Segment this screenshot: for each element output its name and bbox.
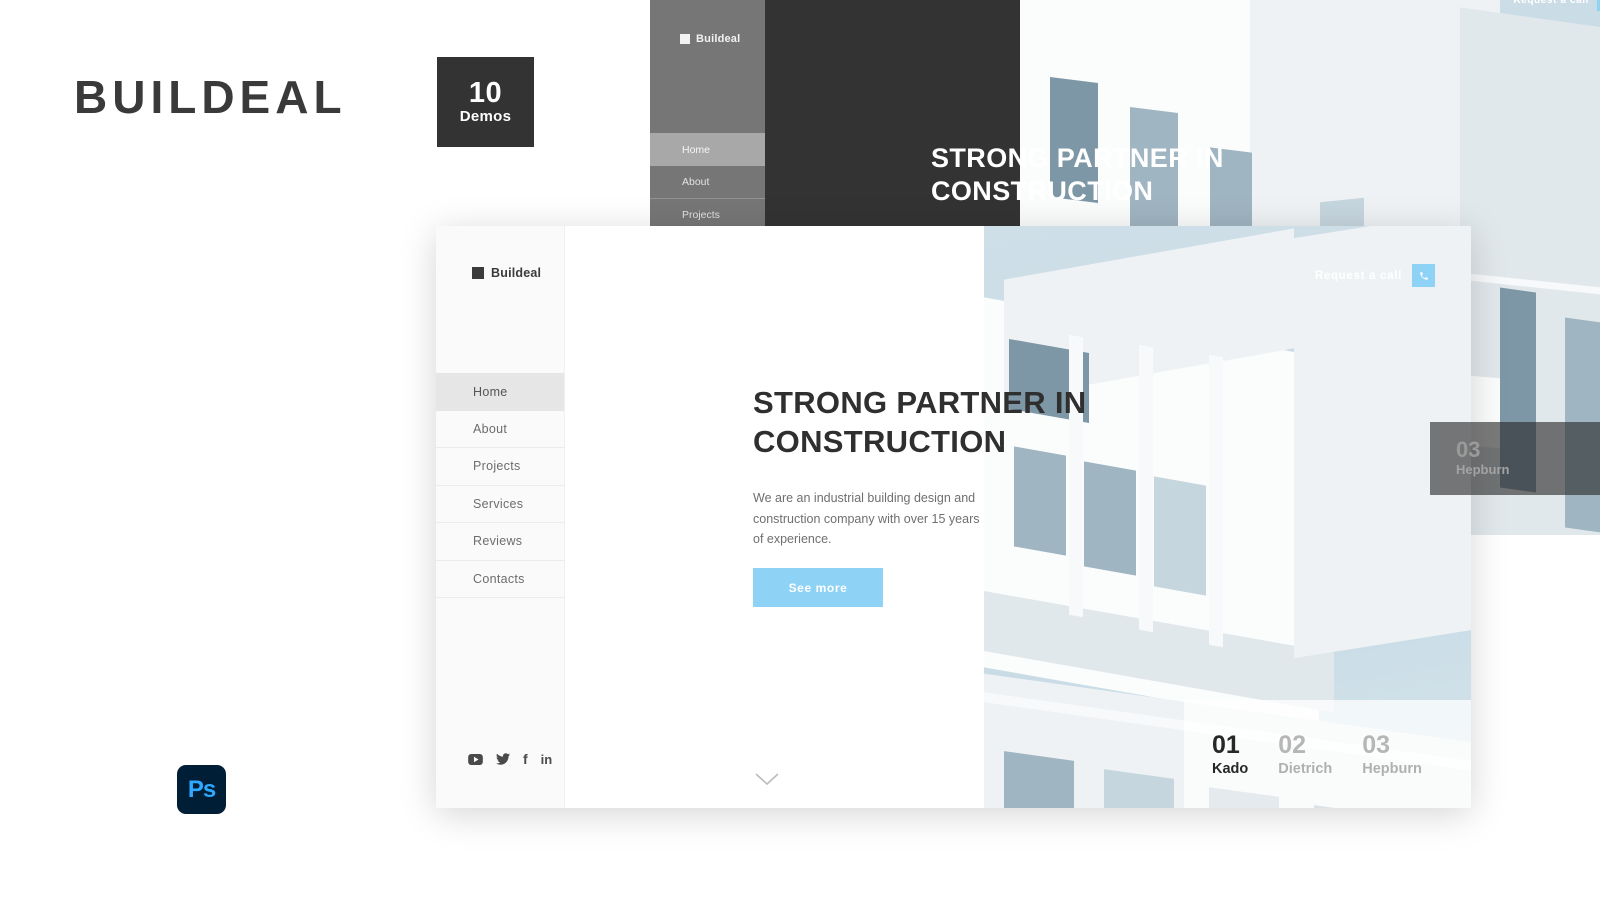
back-slide-number: 03 xyxy=(1456,436,1481,462)
demos-badge: 10 Demos xyxy=(437,57,534,147)
photo-detail xyxy=(1069,334,1083,618)
twitter-icon[interactable] xyxy=(496,753,510,765)
logo-square-icon xyxy=(472,267,484,279)
photoshop-icon-label: Ps xyxy=(187,775,216,803)
youtube-icon[interactable] xyxy=(468,753,483,765)
slide-name: Kado xyxy=(1212,761,1249,778)
slide-number: 02 xyxy=(1278,730,1307,759)
sidebar-item-label: Reviews xyxy=(473,534,523,549)
back-headline-line-2: CONSTRUCTION xyxy=(931,175,1154,206)
slide-number: 01 xyxy=(1212,730,1240,759)
logo[interactable]: Buildeal xyxy=(472,266,541,280)
back-card-logo-text: Buildeal xyxy=(696,33,741,45)
see-more-button[interactable]: See more xyxy=(753,568,883,607)
back-request-label: Request a call xyxy=(1513,0,1589,6)
chevron-down-icon[interactable] xyxy=(755,768,779,790)
slide-nav: 01 Kado 02 Dietrich 03 Hepburn xyxy=(1184,700,1471,808)
hero-headline: STRONG PARTNER IN CONSTRUCTION xyxy=(753,384,1253,462)
back-card-slide-nav: 03 Hepburn xyxy=(1430,421,1600,495)
back-card-nav: Home About Projects xyxy=(650,133,765,232)
page-title: BUILDEAL xyxy=(74,71,347,123)
back-sidebar-item-about[interactable]: About xyxy=(650,166,765,199)
headline-line-1: STRONG PARTNER IN xyxy=(753,385,1087,420)
social-links: f in xyxy=(468,752,552,766)
sidebar-item-label: Projects xyxy=(473,459,521,474)
back-sidebar-item-label: About xyxy=(682,176,710,188)
request-a-call-label: Request a call xyxy=(1314,269,1402,282)
back-slide-item[interactable]: 03 Hepburn xyxy=(1456,436,1510,477)
back-sidebar-item-label: Home xyxy=(682,143,711,156)
slide-name: Hepburn xyxy=(1362,761,1422,778)
slide-name: Dietrich xyxy=(1278,761,1333,778)
slide-item-02[interactable]: 02 Dietrich xyxy=(1278,731,1332,778)
sidebar-item-projects[interactable]: Projects xyxy=(436,448,564,486)
phone-icon[interactable] xyxy=(1412,264,1435,287)
back-card-logo[interactable]: Buildeal xyxy=(680,33,740,45)
linkedin-icon[interactable]: in xyxy=(541,753,553,766)
main-preview-card: Buildeal Home About Projects Services Re… xyxy=(436,226,1471,808)
sidebar-nav: Home About Projects Services Reviews Con… xyxy=(436,373,564,598)
demos-label: Demos xyxy=(459,108,512,126)
sidebar-item-contacts[interactable]: Contacts xyxy=(436,561,564,598)
sidebar-item-services[interactable]: Services xyxy=(436,486,564,523)
back-sidebar-item-label: Projects xyxy=(682,209,720,221)
hero-paragraph: We are an industrial building design and… xyxy=(753,491,980,547)
slide-number: 03 xyxy=(1362,730,1391,759)
demos-count: 10 xyxy=(468,76,503,109)
sidebar-item-label: Contacts xyxy=(473,571,525,586)
back-slide-name: Hepburn xyxy=(1456,462,1510,477)
back-headline-line-1: STRONG PARTNER IN xyxy=(931,143,1224,173)
back-card-headline: STRONG PARTNER IN CONSTRUCTION xyxy=(931,142,1351,208)
sidebar-item-label: About xyxy=(473,421,508,436)
hero-section: STRONG PARTNER IN CONSTRUCTION We are an… xyxy=(565,226,1471,808)
photo-window xyxy=(1154,476,1206,596)
sidebar-item-label: Home xyxy=(473,384,508,399)
photo-window xyxy=(1014,446,1066,556)
back-request-a-call[interactable]: Request a call xyxy=(1513,0,1600,11)
sidebar-item-label: Services xyxy=(473,496,524,511)
sidebar-item-reviews[interactable]: Reviews xyxy=(436,523,564,561)
photoshop-icon: Ps xyxy=(177,765,226,814)
sidebar-item-about[interactable]: About xyxy=(436,411,564,448)
request-a-call[interactable]: Request a call xyxy=(1315,264,1435,287)
screenshot-root: BUILDEAL 10 Demos Photoshop template Ps … xyxy=(0,0,1600,900)
facebook-icon[interactable]: f xyxy=(523,752,528,766)
sidebar: Buildeal Home About Projects Services Re… xyxy=(436,226,565,808)
sidebar-item-home[interactable]: Home xyxy=(436,373,564,411)
photo-window xyxy=(1084,461,1136,576)
back-sidebar-item-home[interactable]: Home xyxy=(650,133,765,166)
slide-item-01[interactable]: 01 Kado xyxy=(1212,731,1248,778)
logo-square-icon xyxy=(680,34,690,44)
headline-line-2: CONSTRUCTION xyxy=(753,423,1007,459)
logo-text: Buildeal xyxy=(491,266,542,280)
photo-window xyxy=(1004,751,1074,808)
slide-item-03[interactable]: 03 Hepburn xyxy=(1362,731,1422,778)
